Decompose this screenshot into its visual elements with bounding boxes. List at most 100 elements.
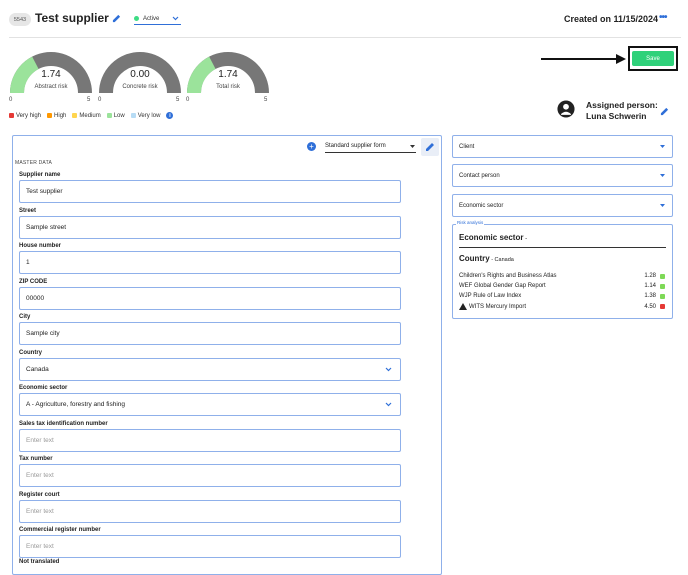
risk-row-label: WJP Rule of Law Index [459, 293, 522, 299]
chevron-down-icon [660, 204, 665, 207]
assigned-person-name: Luna Schwerin [586, 111, 647, 121]
select-field[interactable]: Canada [19, 357, 401, 381]
field-label: Not translated [19, 559, 60, 565]
risk-row-name: WITS Mercury Import [459, 303, 644, 310]
form-template-select[interactable]: Standard supplier form [325, 140, 416, 153]
legend-label: Very high [16, 112, 42, 119]
risk-row: WEF Global Gender Gap Report 1.14 [459, 283, 665, 289]
gauge-min: 0 [9, 97, 13, 103]
risk-row-value: 4.50 [644, 303, 656, 310]
edit-form-button[interactable] [421, 138, 439, 156]
legend-swatch [106, 113, 112, 118]
add-icon[interactable]: + [307, 142, 316, 151]
input-placeholder: Enter text [26, 507, 54, 515]
text-input[interactable]: 00000 [19, 286, 401, 310]
input-value: 1 [26, 259, 30, 266]
risk-economic-sector-title: Economic sector - [459, 233, 528, 242]
text-input[interactable]: Enter text [19, 499, 401, 523]
text-input[interactable]: Enter text [19, 428, 401, 452]
risk-row: Children's Rights and Business Atlas 1.28 [459, 273, 665, 279]
pencil-icon [426, 143, 434, 151]
arrow-head-icon [616, 54, 626, 64]
input-value: Test supplier [26, 188, 63, 195]
text-input[interactable]: 1 [19, 251, 401, 274]
page-title: Test supplier [35, 11, 109, 25]
right-select[interactable]: Economic sector [452, 194, 673, 217]
input-placeholder: Enter text [26, 436, 54, 444]
risk-level-swatch [660, 304, 665, 309]
risk-country-title: Country - Canada [459, 254, 514, 263]
field-label: Country [19, 349, 42, 356]
input-value: Canada [26, 365, 49, 373]
user-avatar-icon [557, 100, 575, 118]
section-title: MASTER DATA [15, 160, 53, 166]
field-label: Register court [19, 491, 60, 498]
header-divider [9, 37, 681, 38]
risk-row-label: WITS Mercury Import [469, 303, 527, 310]
edit-assigned-icon[interactable] [660, 107, 669, 116]
chevron-down-icon [660, 174, 665, 177]
legend-swatch [9, 113, 14, 118]
risk-row: WJP Rule of Law Index 1.38 [459, 293, 665, 299]
input-value: Sample street [26, 223, 67, 231]
gauge-label: Total risk [216, 84, 240, 90]
risk-row-name: WEF Global Gender Gap Report [459, 283, 644, 289]
risk-level-swatch [660, 293, 665, 299]
gauge-max: 5 [264, 97, 268, 103]
right-select[interactable]: Contact person [452, 164, 673, 187]
text-input[interactable]: Enter text [19, 464, 401, 487]
input-value: 00000 [26, 294, 45, 302]
gauge-max: 5 [176, 97, 180, 103]
risk-row: WITS Mercury Import 4.50 [459, 303, 665, 310]
legend-item: Medium [72, 112, 101, 119]
info-icon[interactable]: i [166, 112, 174, 119]
assigned-person-label: Assigned person: [586, 100, 658, 110]
legend-label: Very low [137, 112, 161, 119]
right-select[interactable]: Client [452, 135, 673, 158]
text-input[interactable]: Enter text [19, 535, 401, 558]
text-input[interactable]: Test supplier [19, 180, 401, 203]
save-button[interactable]: Save [632, 51, 674, 66]
created-date: Created on 11/15/2024 [564, 14, 659, 24]
legend-item: Very high [9, 113, 41, 119]
field-label: Commercial register number [19, 527, 101, 533]
risk-divider [459, 247, 666, 248]
legend-label: High [54, 112, 67, 119]
legend-label: Medium [79, 112, 101, 119]
gauge-label: Concrete risk [122, 84, 158, 90]
gauge-value: 1.74 [218, 69, 238, 80]
status-select[interactable]: Active [134, 13, 181, 25]
risk-row-label: WEF Global Gender Gap Report [459, 283, 546, 289]
risk-row-value: 1.28 [644, 273, 656, 279]
chevron-down-icon [385, 402, 392, 407]
select-label: Client [459, 143, 475, 150]
more-options-icon[interactable]: ••• [659, 12, 667, 23]
legend-swatch [47, 113, 53, 118]
edit-title-icon[interactable] [112, 14, 121, 23]
risk-legend: Very high High Medium Low Very low i [9, 112, 174, 119]
legend-swatch [130, 113, 136, 118]
form-template-value: Standard supplier form [325, 143, 386, 149]
risk-level-swatch [660, 273, 665, 279]
risk-level-swatch [660, 283, 665, 289]
legend-swatch [72, 113, 78, 118]
chevron-down-icon [660, 145, 665, 148]
gauge-value: 0.00 [130, 69, 150, 80]
field-label: House number [19, 243, 62, 249]
select-label: Economic sector [459, 202, 504, 209]
legend-item: Very low [130, 112, 161, 119]
field-label: Tax number [19, 456, 53, 462]
gauge-min: 0 [98, 97, 102, 103]
text-input[interactable]: Sample street [19, 215, 401, 239]
input-placeholder: Enter text [26, 472, 54, 479]
select-label: Contact person [459, 172, 500, 179]
status-value: Active [143, 15, 160, 22]
input-value: Sample city [26, 330, 60, 337]
text-input[interactable]: Sample city [19, 322, 401, 345]
select-field[interactable]: A - Agriculture, forestry and fishing [19, 393, 401, 416]
risk-row-value: 1.14 [644, 283, 656, 289]
field-label: Sales tax identification number [19, 420, 108, 427]
warning-icon [459, 303, 467, 310]
legend-item: High [47, 113, 66, 119]
gauge-max: 5 [87, 97, 91, 103]
